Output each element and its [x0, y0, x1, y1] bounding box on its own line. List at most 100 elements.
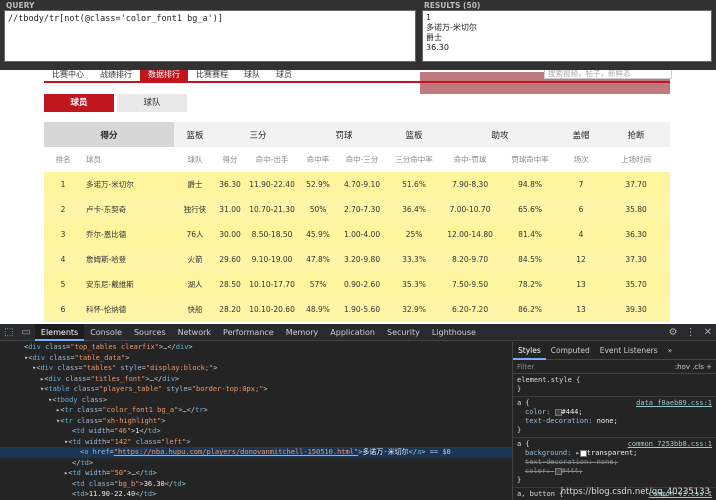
dom-tree[interactable]: <div class="top_tables clearfix">…</div>… — [0, 342, 512, 500]
dom-node[interactable]: ▾<table class="players_table" style="bor… — [0, 384, 512, 395]
dom-node[interactable]: ▸<tr class="color_font1 bg_a">…</tr> — [0, 405, 512, 416]
devtools-tab[interactable]: Lighthouse — [426, 324, 482, 341]
table-cell[interactable]: 爵士 — [174, 172, 217, 197]
dom-node[interactable]: <td width="46">1</td> — [0, 426, 512, 437]
devtools-tab[interactable]: Network — [172, 324, 217, 341]
styles-filter-input[interactable]: Filter — [517, 363, 534, 371]
table-cell[interactable]: 独行侠 — [174, 197, 217, 222]
devtools-tab[interactable]: Application — [324, 324, 381, 341]
table-cell: 12 — [560, 247, 603, 272]
table-row: 1 多诺万-米切尔 爵士 36.30 11.90-22.40 52.9% 4.70-9.10… — [44, 172, 671, 197]
dom-node[interactable]: <a href="https://nba.hupu.com/players/do… — [0, 447, 512, 458]
table-cell: 35.70 — [602, 272, 671, 297]
table-cell: 3 — [44, 222, 82, 247]
teams-button[interactable]: 球队 — [117, 94, 187, 112]
dom-node[interactable]: ▾<tbody class> — [0, 395, 512, 406]
devtools-tab[interactable]: Performance — [217, 324, 280, 341]
category-row: 得分 篮板 三分 罚球 篮板 助攻 盖帽 抢断 — [44, 122, 671, 147]
header-row: 排名 球员 球队 得分 命中-出手 命中率 命中-三分 三分命中率 命中-罚球 罚球命中率 场次 上场… — [44, 147, 671, 172]
xpath-helper-panel: QUERY RESULTS (50) //tbody/tr[not(@class… — [0, 0, 716, 70]
devtools-tab[interactable]: Console — [84, 324, 128, 341]
rule-source-link[interactable]: common_7253bb8.css:1 — [628, 440, 712, 449]
table-cell[interactable]: 湖人 — [174, 272, 217, 297]
devtools-tab[interactable]: Sources — [128, 324, 172, 341]
devtools-tab[interactable]: Elements — [34, 323, 85, 341]
device-toggle-icon[interactable]: ▭ — [17, 327, 34, 338]
player-link[interactable]: 卢卡-东契奇 — [82, 197, 175, 222]
rule-close: } — [517, 476, 522, 484]
category-tab[interactable]: 罚球 — [300, 122, 389, 147]
category-tab[interactable]: 篮板 — [388, 122, 441, 147]
dom-node[interactable]: ▸<td width="50">…</td> — [0, 468, 512, 479]
dom-node[interactable]: ▾<div class="tables" style="display:bloc… — [0, 363, 512, 374]
category-tab[interactable]: 抢断 — [602, 122, 671, 147]
dom-node[interactable]: ▸<div class="titles_font">…</div> — [0, 374, 512, 385]
column-header: 三分命中率 — [388, 147, 441, 172]
tab-event-listeners[interactable]: Event Listeners — [595, 342, 663, 360]
dom-node[interactable]: </td> — [0, 458, 512, 469]
add-rule-icon[interactable]: + — [706, 363, 712, 371]
dom-node[interactable]: <div class="top_tables clearfix">…</div> — [0, 342, 512, 353]
category-tab[interactable]: 三分 — [216, 122, 301, 147]
table-cell: 4 — [44, 247, 82, 272]
gear-icon[interactable]: ⚙ — [665, 327, 682, 338]
category-tab[interactable]: 盖帽 — [560, 122, 603, 147]
table-cell: 35.3% — [388, 272, 441, 297]
css-property[interactable]: background: — [525, 449, 571, 457]
close-icon[interactable]: ✕ — [700, 327, 716, 338]
inspect-icon[interactable]: ⬚ — [0, 327, 17, 338]
table-cell: 29.60 — [216, 247, 245, 272]
column-header: 上场时间 — [602, 147, 671, 172]
rule-selector: a, button { — [517, 490, 564, 498]
tab-computed[interactable]: Computed — [546, 342, 595, 360]
more-icon[interactable]: ⋮ — [682, 327, 700, 338]
css-value[interactable]: none; — [597, 417, 618, 425]
column-header: 命中率 — [300, 147, 337, 172]
table-cell: 10.70-21.30 — [244, 197, 301, 222]
hov-cls-toggle[interactable]: :hov .cls — [675, 363, 704, 371]
player-link[interactable]: 多诺万-米切尔 — [82, 172, 175, 197]
dom-node[interactable]: <td class="bg_b">36.30</td> — [0, 479, 512, 490]
table-cell: 7.50-9.50 — [440, 272, 501, 297]
css-property-overridden[interactable]: color: — [525, 467, 550, 475]
css-property-overridden[interactable]: text-decoration: — [525, 458, 592, 466]
xpath-query-input[interactable]: //tbody/tr[not(@class='color_font1 bg_a'… — [4, 10, 416, 62]
player-link[interactable]: 詹姆斯-哈登 — [82, 247, 175, 272]
css-value[interactable]: #444; — [562, 408, 583, 416]
more-tabs-icon[interactable]: » — [663, 342, 678, 360]
player-link[interactable]: 乔尔-恩比德 — [82, 222, 175, 247]
css-value[interactable]: none; — [597, 458, 618, 466]
table-cell: 13 — [560, 272, 603, 297]
category-tab[interactable]: 得分 — [44, 122, 175, 147]
css-property[interactable]: text-decoration: — [525, 417, 592, 425]
table-cell: 36.4% — [388, 197, 441, 222]
color-swatch[interactable] — [554, 467, 562, 475]
table-cell: 11.90-22.40 — [244, 172, 301, 197]
element-style-selector[interactable]: element.style { — [517, 376, 712, 385]
table-cell[interactable]: 快船 — [174, 297, 217, 322]
table-cell: 6.20-7.20 — [440, 297, 501, 322]
color-swatch[interactable] — [554, 408, 562, 416]
color-swatch[interactable] — [579, 449, 587, 457]
css-property[interactable]: color: — [525, 408, 550, 416]
css-value[interactable]: #444; — [562, 467, 583, 475]
column-header: 球员 — [82, 147, 175, 172]
player-link[interactable]: 安东尼-戴维斯 — [82, 272, 175, 297]
category-tab[interactable]: 助攻 — [440, 122, 561, 147]
rule-source-link[interactable]: data_f0aeb89.css:1 — [636, 399, 712, 408]
category-tab[interactable]: 篮板 — [174, 122, 217, 147]
devtools-tab[interactable]: Memory — [280, 324, 325, 341]
dom-node[interactable]: ▾<tr class="xh-highlight"> — [0, 416, 512, 427]
css-value[interactable]: transparent; — [587, 449, 638, 457]
column-header: 得分 — [216, 147, 245, 172]
tab-styles[interactable]: Styles — [513, 342, 546, 360]
table-cell[interactable]: 76人 — [174, 222, 217, 247]
players-button[interactable]: 球员 — [44, 94, 114, 112]
table-cell[interactable]: 火箭 — [174, 247, 217, 272]
devtools-tab[interactable]: Security — [381, 324, 426, 341]
dom-node[interactable]: ▾<td width="142" class="left"> — [0, 437, 512, 448]
dom-node[interactable]: <td>11.90-22.40</td> — [0, 489, 512, 500]
dom-node[interactable]: ▾<div class="table_data"> — [0, 353, 512, 364]
table-cell: 36.30 — [216, 172, 245, 197]
player-link[interactable]: 科怀-伦纳德 — [82, 297, 175, 322]
